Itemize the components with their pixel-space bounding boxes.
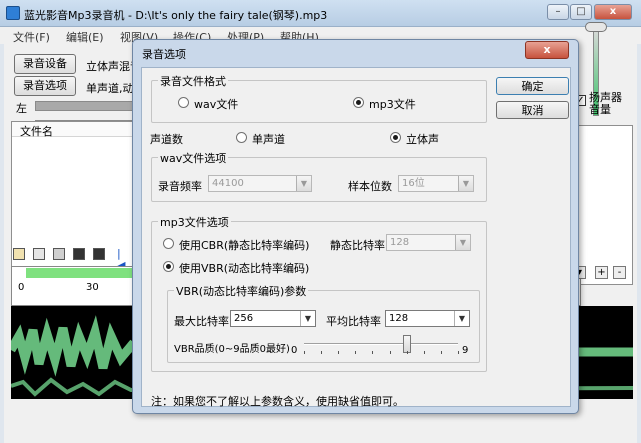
quality-tick [423, 351, 425, 354]
chevron-down-icon: ▼ [300, 311, 315, 326]
avg-bitrate-label: 平均比特率 [326, 315, 381, 328]
wav-radio[interactable] [178, 97, 189, 108]
wav-label: wav文件 [194, 98, 239, 111]
static-bitrate-value: 128 [390, 237, 410, 248]
timeline-selection [26, 268, 136, 278]
save-icon[interactable] [33, 248, 45, 260]
chevron-down-icon: ▼ [455, 235, 470, 250]
left-channel-label: 左 [16, 102, 27, 115]
dialog-title: 录音选项 [142, 48, 186, 61]
save-as-icon[interactable] [53, 248, 65, 260]
channel-label: 声道数 [150, 133, 183, 146]
main-titlebar: 蓝光影音Mp3录音机 - D:\It's only the fairy tale… [0, 0, 641, 27]
mp3-label: mp3文件 [369, 98, 416, 111]
ruler-label-start: 0 [18, 282, 25, 293]
dialog-titlebar: 录音选项 x [133, 40, 578, 65]
zoom-out-button[interactable]: - [613, 266, 626, 279]
quality-max-label: 9 [462, 345, 469, 356]
mono-radio[interactable] [236, 132, 247, 143]
sample-rate-select[interactable]: 44100 ▼ [208, 175, 312, 192]
avg-bitrate-select[interactable]: 128 ▼ [385, 310, 470, 327]
save-all-icon[interactable] [73, 248, 85, 260]
close-button[interactable]: x [594, 4, 632, 20]
skip-start-icon[interactable]: |◀ [117, 248, 129, 272]
chevron-down-icon: ▼ [296, 176, 311, 191]
cancel-button[interactable]: 取消 [496, 101, 569, 119]
waveform-toolbar: |◀ [13, 248, 143, 272]
max-bitrate-value: 256 [234, 313, 254, 324]
sample-bits-select[interactable]: 16位 ▼ [398, 175, 474, 192]
quality-tick [458, 351, 459, 354]
quality-tick [406, 351, 408, 354]
max-bitrate-select[interactable]: 256 ▼ [230, 310, 316, 327]
wav-group-label: wav文件选项 [158, 150, 229, 166]
cbr-label: 使用CBR(静态比特率编码) [179, 239, 310, 252]
static-bitrate-label: 静态比特率 [330, 239, 385, 252]
stereo-label: 立体声 [406, 133, 439, 146]
speaker-volume-label: 扬声器音量 [589, 91, 622, 116]
app-icon [6, 6, 20, 20]
quality-tick [338, 351, 340, 354]
max-bitrate-label: 最大比特率 [174, 315, 229, 328]
vbr-radio[interactable] [163, 261, 174, 272]
mp3-group-label: mp3文件选项 [158, 214, 231, 230]
zoom-controls: ▾ + - [573, 266, 633, 280]
sample-bits-value: 16位 [402, 178, 425, 189]
avg-bitrate-value: 128 [389, 313, 409, 324]
left-level-meter [35, 101, 133, 111]
dialog-close-button[interactable]: x [525, 41, 569, 59]
vbr-group-label: VBR(动态比特率编码)参数 [174, 283, 309, 299]
quality-tick [389, 351, 391, 354]
save-copy-icon[interactable] [93, 248, 105, 260]
chevron-down-icon: ▼ [458, 176, 473, 191]
sample-rate-value: 44100 [212, 178, 244, 189]
note-text: 注：如果您不了解以上参数含义，使用缺省值即可。 [151, 395, 404, 408]
vbr-label: 使用VBR(动态比特率编码) [179, 262, 310, 275]
ok-button[interactable]: 确定 [496, 77, 569, 95]
right-panel [570, 125, 633, 285]
quality-tick [440, 351, 442, 354]
record-device-button[interactable]: 录音设备 [14, 54, 76, 74]
folder-open-icon[interactable] [13, 248, 25, 260]
minimize-button[interactable]: – [547, 4, 569, 20]
chevron-down-icon: ▼ [454, 311, 469, 326]
ruler-label-mark: 30 [86, 282, 99, 293]
quality-label: VBR品质(0~9品质0最好) [174, 344, 290, 355]
stereo-radio[interactable] [390, 132, 401, 143]
cbr-radio[interactable] [163, 238, 174, 249]
format-group-label: 录音文件格式 [158, 73, 228, 89]
file-name-column: 文件名 [20, 125, 53, 138]
record-options-button[interactable]: 录音选项 [14, 76, 76, 96]
quality-min-label: 0 [291, 345, 298, 356]
maximize-button[interactable]: □ [570, 4, 592, 20]
menu-edit[interactable]: 编辑(E) [66, 29, 104, 45]
static-bitrate-select[interactable]: 128 ▼ [386, 234, 471, 251]
sample-rate-label: 录音频率 [158, 180, 202, 193]
quality-tick [304, 351, 305, 354]
mp3-radio[interactable] [353, 97, 364, 108]
menu-file[interactable]: 文件(F) [13, 29, 50, 45]
sample-bits-label: 样本位数 [348, 180, 392, 193]
quality-tick [372, 351, 374, 354]
zoom-in-button[interactable]: + [595, 266, 608, 279]
mono-label: 单声道 [252, 133, 285, 146]
window-title: 蓝光影音Mp3录音机 - D:\It's only the fairy tale… [24, 9, 328, 22]
quality-tick [355, 351, 357, 354]
quality-tick [321, 351, 323, 354]
volume-thumb[interactable] [585, 22, 607, 32]
quality-slider-track [304, 343, 458, 345]
